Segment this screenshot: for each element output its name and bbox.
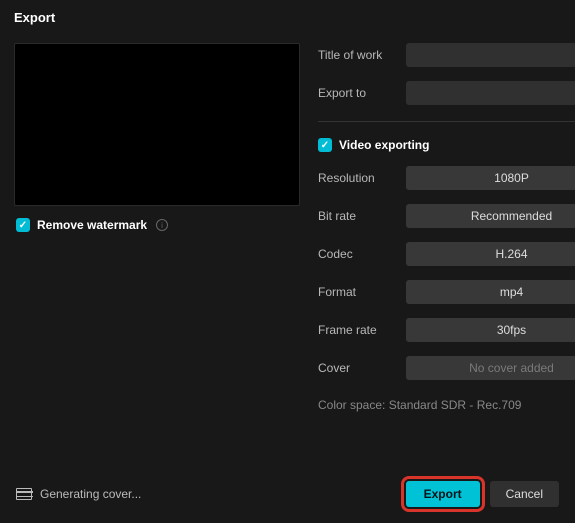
- codec-select[interactable]: H.264: [406, 242, 575, 266]
- resolution-label: Resolution: [318, 171, 396, 185]
- cover-button[interactable]: No cover added: [406, 356, 575, 380]
- framerate-select[interactable]: 30fps: [406, 318, 575, 342]
- framerate-label: Frame rate: [318, 323, 396, 337]
- film-icon: [16, 488, 32, 500]
- remove-watermark-label: Remove watermark: [37, 218, 147, 232]
- window-title: Export: [0, 0, 575, 35]
- export-to-label: Export to: [318, 86, 396, 100]
- cover-label: Cover: [318, 361, 396, 375]
- generating-cover-status: Generating cover...: [40, 487, 141, 501]
- video-exporting-label: Video exporting: [339, 138, 429, 152]
- video-exporting-checkbox[interactable]: ✓: [318, 138, 332, 152]
- export-to-input[interactable]: [406, 81, 575, 105]
- bitrate-label: Bit rate: [318, 209, 396, 223]
- bitrate-select[interactable]: Recommended: [406, 204, 575, 228]
- format-label: Format: [318, 285, 396, 299]
- format-select[interactable]: mp4: [406, 280, 575, 304]
- title-of-work-label: Title of work: [318, 48, 396, 62]
- info-icon[interactable]: i: [156, 219, 168, 231]
- cancel-button[interactable]: Cancel: [490, 481, 559, 507]
- title-of-work-input[interactable]: [406, 43, 575, 67]
- video-preview: [14, 43, 300, 206]
- color-space-info: Color space: Standard SDR - Rec.709: [318, 398, 575, 412]
- codec-label: Codec: [318, 247, 396, 261]
- divider: [318, 121, 575, 122]
- export-button[interactable]: Export: [406, 481, 480, 507]
- remove-watermark-checkbox[interactable]: ✓: [16, 218, 30, 232]
- resolution-select[interactable]: 1080P: [406, 166, 575, 190]
